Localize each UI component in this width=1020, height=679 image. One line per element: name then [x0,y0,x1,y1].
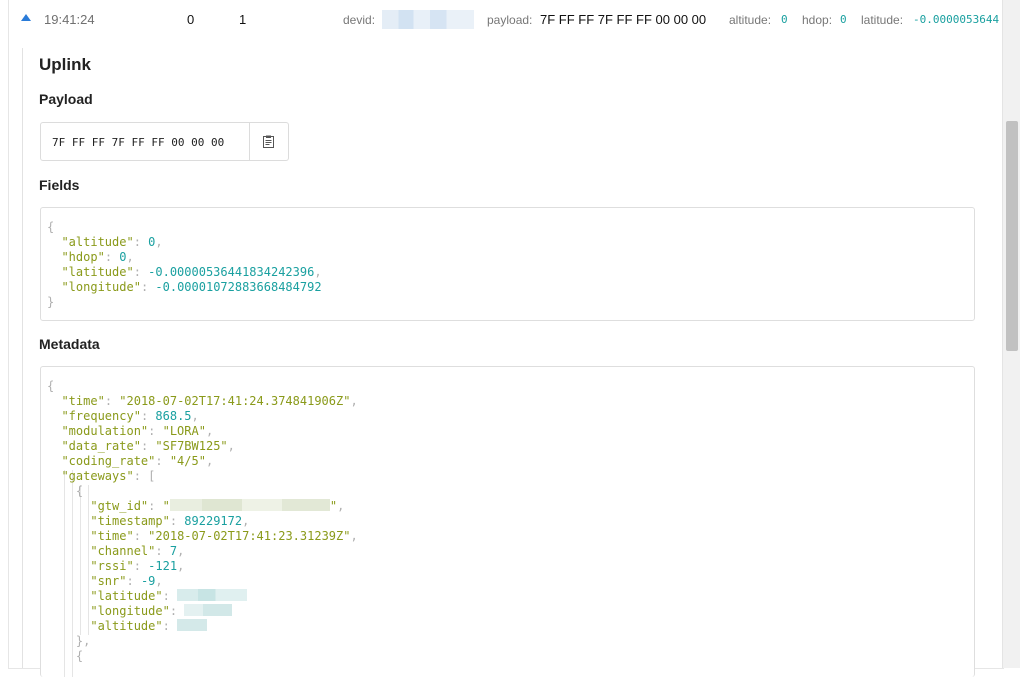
meta-time: "2018-07-02T17:41:24.374841906Z" [119,394,351,408]
payload-label: payload: [487,13,533,27]
latitude-label: latitude: [861,13,904,27]
field-altitude: 0 [148,235,156,249]
fields-heading: Fields [39,177,80,193]
gw-altitude-redacted [177,619,208,631]
metadata-heading: Metadata [39,336,100,352]
message-row-header[interactable]: 19:41:24 0 1 devid: payload: 7F FF FF 7F… [0,0,1002,40]
meta-coding-rate: "4/5" [169,454,206,468]
payload-heading: Payload [39,91,93,107]
gw-longitude-redacted [184,604,233,616]
uplink-detail-panel: Uplink Payload 7F FF FF 7F FF FF 00 00 0… [22,48,1003,677]
uplink-title: Uplink [39,55,91,74]
gateway-id-redacted [169,499,330,511]
payload-hex[interactable]: 7F FF FF 7F FF FF 00 00 00 [52,136,224,149]
vertical-scrollbar[interactable] [1002,0,1020,668]
altitude-label: altitude: [729,13,772,27]
meta-frequency: 868.5 [155,409,192,423]
gw-time: "2018-07-02T17:41:23.31239Z" [148,529,351,543]
gw-channel: 7 [169,544,178,558]
field-longitude: -0.00001072883668484792 [155,280,322,294]
counter-value: 0 [187,12,195,27]
devid-redacted [382,10,474,29]
payload-value: 7F FF FF 7F FF FF 00 00 00 [540,12,707,27]
gw-rssi: -121 [148,559,178,573]
copy-payload-button[interactable] [249,123,288,160]
clipboard-icon [263,135,274,148]
gw-snr: -9 [140,574,156,588]
message-time: 19:41:24 [44,12,95,27]
port-value: 1 [239,12,247,27]
devid-label: devid: [343,13,376,27]
field-latitude: -0.00000536441834242396 [148,265,315,279]
latitude-value: -0.0000053644 [913,13,1000,26]
gw-latitude-redacted [177,589,248,601]
metadata-json: { "time": "2018-07-02T17:41:24.374841906… [47,379,358,663]
scrollbar-thumb[interactable] [1006,121,1018,351]
hdop-label: hdop: [802,13,833,27]
field-hdop: 0 [119,250,127,264]
fields-json-viewer: { "altitude": 0, "hdop": 0, "latitude": … [40,207,975,321]
hdop-value: 0 [840,13,847,26]
fields-json: { "altitude": 0, "hdop": 0, "latitude": … [47,220,322,309]
metadata-json-viewer: { "time": "2018-07-02T17:41:24.374841906… [40,366,975,677]
caret-up-icon[interactable] [21,14,31,21]
meta-modulation: "LORA" [162,424,206,438]
altitude-value: 0 [781,13,788,26]
payload-field[interactable]: 7F FF FF 7F FF FF 00 00 00 [40,122,289,161]
gw-timestamp: 89229172 [184,514,243,528]
meta-data-rate: "SF7BW125" [155,439,228,453]
